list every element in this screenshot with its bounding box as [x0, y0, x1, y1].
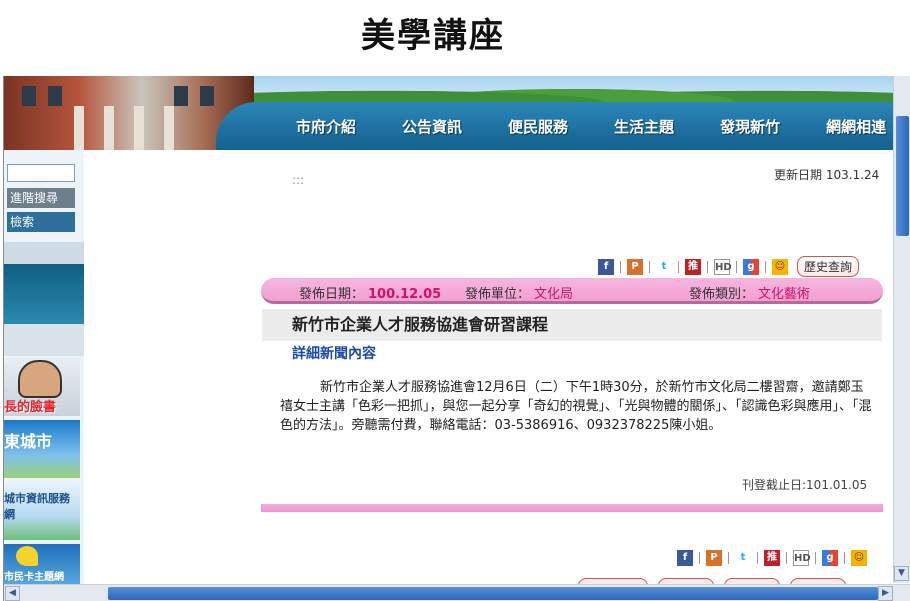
nav-item-discover[interactable]: 發現新竹 — [720, 116, 780, 137]
publish-date-value: 100.12.05 — [368, 287, 442, 302]
news-title: 新竹市企業人才服務協進會研習課程 — [262, 309, 882, 341]
news-body: 新竹市企業人才服務協進會12月6日（二）下午1時30分，於新竹市文化局二樓習齋，… — [280, 380, 872, 433]
expire-date: 刊登截止日:101.01.05 — [742, 478, 868, 492]
nav-item-services[interactable]: 便民服務 — [508, 116, 568, 137]
update-date: 更新日期 103.1.24 — [774, 166, 879, 183]
hemidemi-icon[interactable]: HD — [714, 258, 732, 275]
sidebar-search-input[interactable] — [7, 164, 75, 182]
facebook-icon[interactable]: f — [598, 258, 614, 275]
banner-text: 長的臉書 — [4, 400, 57, 415]
scroll-left-arrow-icon[interactable]: ◀ — [5, 586, 20, 601]
nav-item-life[interactable]: 生活主題 — [614, 116, 674, 137]
horizontal-scroll-thumb[interactable] — [108, 587, 878, 600]
scroll-right-arrow-icon[interactable]: ▶ — [878, 586, 893, 601]
search-button[interactable]: 檢索 — [7, 212, 75, 232]
google-bookmark-icon[interactable]: g — [743, 258, 759, 275]
twitter-icon[interactable]: t — [656, 258, 672, 275]
update-value: 103.1.24 — [825, 168, 880, 182]
nav-item-about[interactable]: 市府介紹 — [296, 116, 356, 137]
google-bookmark-icon[interactable]: g — [822, 550, 838, 566]
site-header-banner: 市府介紹 公告資訊 便民服務 生活主題 發現新竹 網網相連 — [4, 76, 894, 150]
publish-unit-value: 文化局 — [534, 287, 574, 302]
scroll-down-arrow-icon[interactable]: ▼ — [894, 566, 909, 581]
browser-viewport: 市府介紹 公告資訊 便民服務 生活主題 發現新竹 網網相連 進階搜尋 檢索 長的… — [3, 76, 910, 601]
citizen-card-banner[interactable]: 市民卡主題網 — [4, 544, 80, 584]
publish-category-value: 文化藝術 — [758, 287, 811, 302]
slide-title: 美學講座 — [361, 16, 505, 56]
hemidemi-icon[interactable]: HD — [793, 550, 811, 566]
publish-date: 發佈日期： 100.12.05 — [299, 287, 442, 302]
plurk-icon[interactable]: P — [627, 258, 643, 275]
banner-text: 東城市 — [4, 432, 53, 451]
east-city-banner[interactable]: 東城市 — [4, 420, 80, 478]
main-nav: 市府介紹 公告資訊 便民服務 生活主題 發現新竹 網網相連 — [216, 102, 894, 150]
udn-bookmark-icon[interactable]: ☺ — [851, 550, 867, 566]
news-meta-bar: 發佈日期： 100.12.05 發佈單位： 文化局 發佈類別： 文化藝術 — [261, 278, 883, 304]
sidebar-blue-block — [4, 264, 84, 324]
nav-item-announcements[interactable]: 公告資訊 — [402, 116, 462, 137]
banner-text: 城市資訊服務網 — [4, 492, 70, 521]
detail-heading: 詳細新聞內容 — [292, 346, 376, 362]
publish-category: 發佈類別： 文化藝術 — [689, 287, 811, 302]
nav-item-links[interactable]: 網網相連 — [826, 116, 886, 137]
twitter-icon[interactable]: t — [735, 550, 751, 566]
update-label: 更新日期 — [774, 168, 823, 182]
funp-icon[interactable]: 推 — [764, 550, 780, 566]
city-info-banner[interactable]: 城市資訊服務網 — [4, 482, 80, 540]
left-sidebar: 進階搜尋 檢索 長的臉書 東城市 城市資訊服務網 市民卡主題網 — [4, 150, 84, 585]
facebook-icon[interactable]: f — [677, 550, 693, 566]
publish-unit: 發佈單位： 文化局 — [465, 287, 574, 302]
vertical-scrollbar[interactable]: ▼ — [893, 76, 910, 583]
history-search-button[interactable]: 歷史查詢 — [797, 256, 860, 277]
funp-icon[interactable]: 推 — [685, 258, 701, 275]
banner-text: 市民卡主題網 — [4, 572, 64, 583]
accesskey-marker[interactable]: ::: — [292, 173, 304, 187]
advanced-search-button[interactable]: 進階搜尋 — [7, 188, 75, 208]
plurk-icon[interactable]: P — [706, 550, 722, 566]
horizontal-scrollbar[interactable]: ◀ ▶ — [4, 584, 910, 601]
vertical-scroll-thumb[interactable] — [896, 116, 909, 236]
trees-decoration — [254, 76, 894, 102]
mayor-facebook-banner[interactable]: 長的臉書 — [4, 358, 80, 416]
share-toolbar-bottom: f P t 推 HD g ☺ — [677, 550, 867, 566]
content-divider — [261, 504, 883, 512]
udn-bookmark-icon[interactable]: ☺ — [772, 258, 788, 275]
share-toolbar: f P t 推 HD g ☺ 歷史查詢 — [598, 256, 860, 277]
